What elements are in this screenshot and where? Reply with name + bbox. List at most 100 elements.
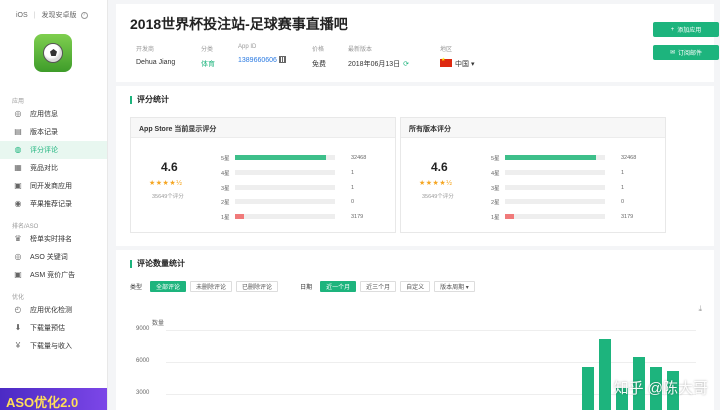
sidebar-item-label: 应用信息 [30, 111, 58, 118]
category-link[interactable]: 体育 [201, 59, 215, 69]
date-filter-option[interactable]: 版本周期 ▾ [434, 281, 475, 292]
rating-bar-label: 4星 [491, 170, 500, 177]
developer-value: Dehua Jiang [136, 59, 176, 66]
type-filter-label: 类型 [130, 285, 143, 291]
price-field: 价格 免费 [312, 44, 326, 69]
developer-field: 开发商 Dehua Jiang [136, 44, 175, 66]
developer-label: 开发商 [136, 47, 155, 53]
android-version-link[interactable]: 发现安卓版 [42, 10, 77, 20]
sidebar-item[interactable]: ♛ 榜单实时排名 [0, 230, 107, 248]
download-icon[interactable]: ⤓ [698, 304, 702, 314]
rating-bar-row: 2星 0 [221, 198, 355, 206]
rating-bar-track [505, 199, 605, 204]
help-icon[interactable]: ? [80, 11, 88, 19]
platform-bar: iOS | 发现安卓版 ? [0, 0, 107, 20]
sidebar-group-label: 应用 [12, 99, 25, 105]
refresh-icon[interactable]: ⟳ [403, 61, 409, 68]
rating-bar-track [235, 185, 335, 190]
rating-bar-count: 3179 [621, 213, 634, 220]
rating-stars: ★★★★½ [149, 180, 183, 187]
platform-label: iOS [16, 11, 28, 19]
sidebar-item-icon: ▦ [14, 163, 22, 172]
add-app-button[interactable]: + 添加应用 [653, 22, 719, 37]
date-filter-option[interactable]: 近一个月 [320, 281, 357, 292]
type-filter-option[interactable]: 已删除评论 [236, 281, 279, 292]
chart-bar[interactable] [582, 367, 594, 410]
sidebar-item[interactable]: ▤ 版本记录 [0, 123, 107, 141]
qrcode-icon[interactable] [278, 56, 286, 63]
sidebar-item[interactable]: ▦ 竞品对比 [0, 159, 107, 177]
rating-bar-label: 1星 [491, 214, 500, 221]
region-select[interactable]: 中国 ▾ [440, 57, 474, 69]
date-filter-option[interactable]: 近三个月 [360, 281, 397, 292]
chart-ylabel: 数量 [152, 321, 165, 327]
rating-bar-fill [235, 155, 326, 160]
rating-box: App Store 当前显示评分 4.6 ★★★★½ 35649个评分 5星 32468 4… [130, 117, 396, 233]
category-label: 分类 [201, 47, 214, 53]
main-content: 2018世界杯投注站-足球赛事直播吧 开发商 Dehua Jiang 分类 体育… [108, 0, 720, 410]
date-filter-option[interactable]: 自定义 [400, 281, 431, 292]
sidebar-item[interactable]: ◎ ASO 关键词 [0, 248, 107, 266]
rating-bar-label: 3星 [221, 185, 230, 192]
rating-bar-fill [505, 155, 596, 160]
rating-bar-row: 4星 1 [221, 169, 354, 177]
region-label: 地区 [440, 47, 453, 53]
rating-bar-label: 1星 [221, 214, 230, 221]
version-field: 最新版本 2018年06月13日 ⟳ [348, 44, 409, 69]
rating-bar-track [235, 199, 335, 204]
sidebar-item[interactable]: ▣ 同开发商应用 [0, 177, 107, 195]
rating-bar-row: 3星 1 [221, 184, 354, 192]
chart-gridline [166, 330, 696, 331]
subscribe-label: 订阅邮件 [678, 51, 703, 57]
rating-box-title: App Store 当前显示评分 [131, 118, 395, 138]
sidebar-item[interactable]: ◴ 应用优化检测 [0, 301, 107, 319]
price-label: 价格 [312, 47, 325, 53]
sidebar-item-icon: ◎ [14, 252, 22, 261]
page-title: 2018世界杯投注站-足球赛事直播吧 [130, 16, 348, 32]
china-flag-icon [440, 57, 452, 67]
chart-ytick: 6000 [136, 358, 150, 364]
version-date: 2018年06月13日 [348, 61, 401, 68]
sidebar-group-label: 优化 [12, 295, 25, 301]
rating-bar-count: 1 [621, 184, 625, 191]
rating-bar-label: 2星 [221, 199, 230, 206]
rating-count: 35649个评分 [422, 194, 454, 200]
sidebar-item[interactable]: ◎ 应用信息 [0, 105, 107, 123]
sidebar-item-label: ASO 关键词 [30, 254, 68, 261]
rating-bar-row: 1星 3179 [491, 213, 634, 221]
version-value: 2018年06月13日 ⟳ [348, 59, 409, 69]
sidebar-item[interactable]: ◉ 苹果推荐记录 [0, 195, 107, 213]
chart-gridline [166, 362, 696, 363]
rating-score: 4.6 [161, 160, 178, 174]
football-icon [34, 34, 72, 72]
rating-bar-label: 5星 [491, 155, 500, 162]
version-label: 最新版本 [348, 47, 373, 53]
watermark: 知乎 @陈大哥 [613, 380, 708, 397]
rating-bar-count: 32468 [621, 154, 637, 161]
type-filter-option[interactable]: 全部评论 [150, 281, 187, 292]
subscribe-email-button[interactable]: ✉ 订阅邮件 [653, 45, 719, 60]
rating-bar-count: 0 [621, 198, 625, 205]
mail-icon: ✉ [669, 50, 675, 56]
sidebar-item-icon: ▤ [14, 127, 22, 136]
rating-bar-label: 4星 [221, 170, 230, 177]
sidebar-item-icon: ◉ [14, 199, 22, 208]
rating-box: 所有版本评分 4.6 ★★★★½ 35649个评分 5星 32468 4星 1 3星 1 2星 0 1星… [400, 117, 666, 233]
category-field: 分类 体育 [201, 44, 215, 69]
rating-bar-count: 0 [351, 198, 355, 205]
sidebar-item[interactable]: ▣ ASM 竞价广告 [0, 266, 107, 284]
sidebar-group-label: 排名/ASO [12, 224, 39, 230]
sidebar-item[interactable]: ⬇ 下载量预估 [0, 319, 107, 337]
appid-text[interactable]: 1389660606 [238, 57, 277, 64]
rating-bar-track [505, 170, 605, 175]
sidebar-item[interactable]: ¥ 下载量与收入 [0, 337, 107, 355]
type-filter-option[interactable]: 未删除评论 [190, 281, 233, 292]
promo-banner[interactable]: ASO优化2.0 [0, 388, 107, 410]
sidebar-item-label: 下载量与收入 [30, 343, 72, 350]
appid-value[interactable]: 1389660606 [238, 56, 286, 64]
sidebar-item[interactable]: ◍ 评分评论 [0, 141, 107, 159]
chart-bar[interactable] [599, 338, 611, 410]
sidebar-item-label: 榜单实时排名 [30, 236, 72, 243]
rating-bar-label: 5星 [221, 155, 230, 162]
rating-bar-track [505, 155, 605, 160]
